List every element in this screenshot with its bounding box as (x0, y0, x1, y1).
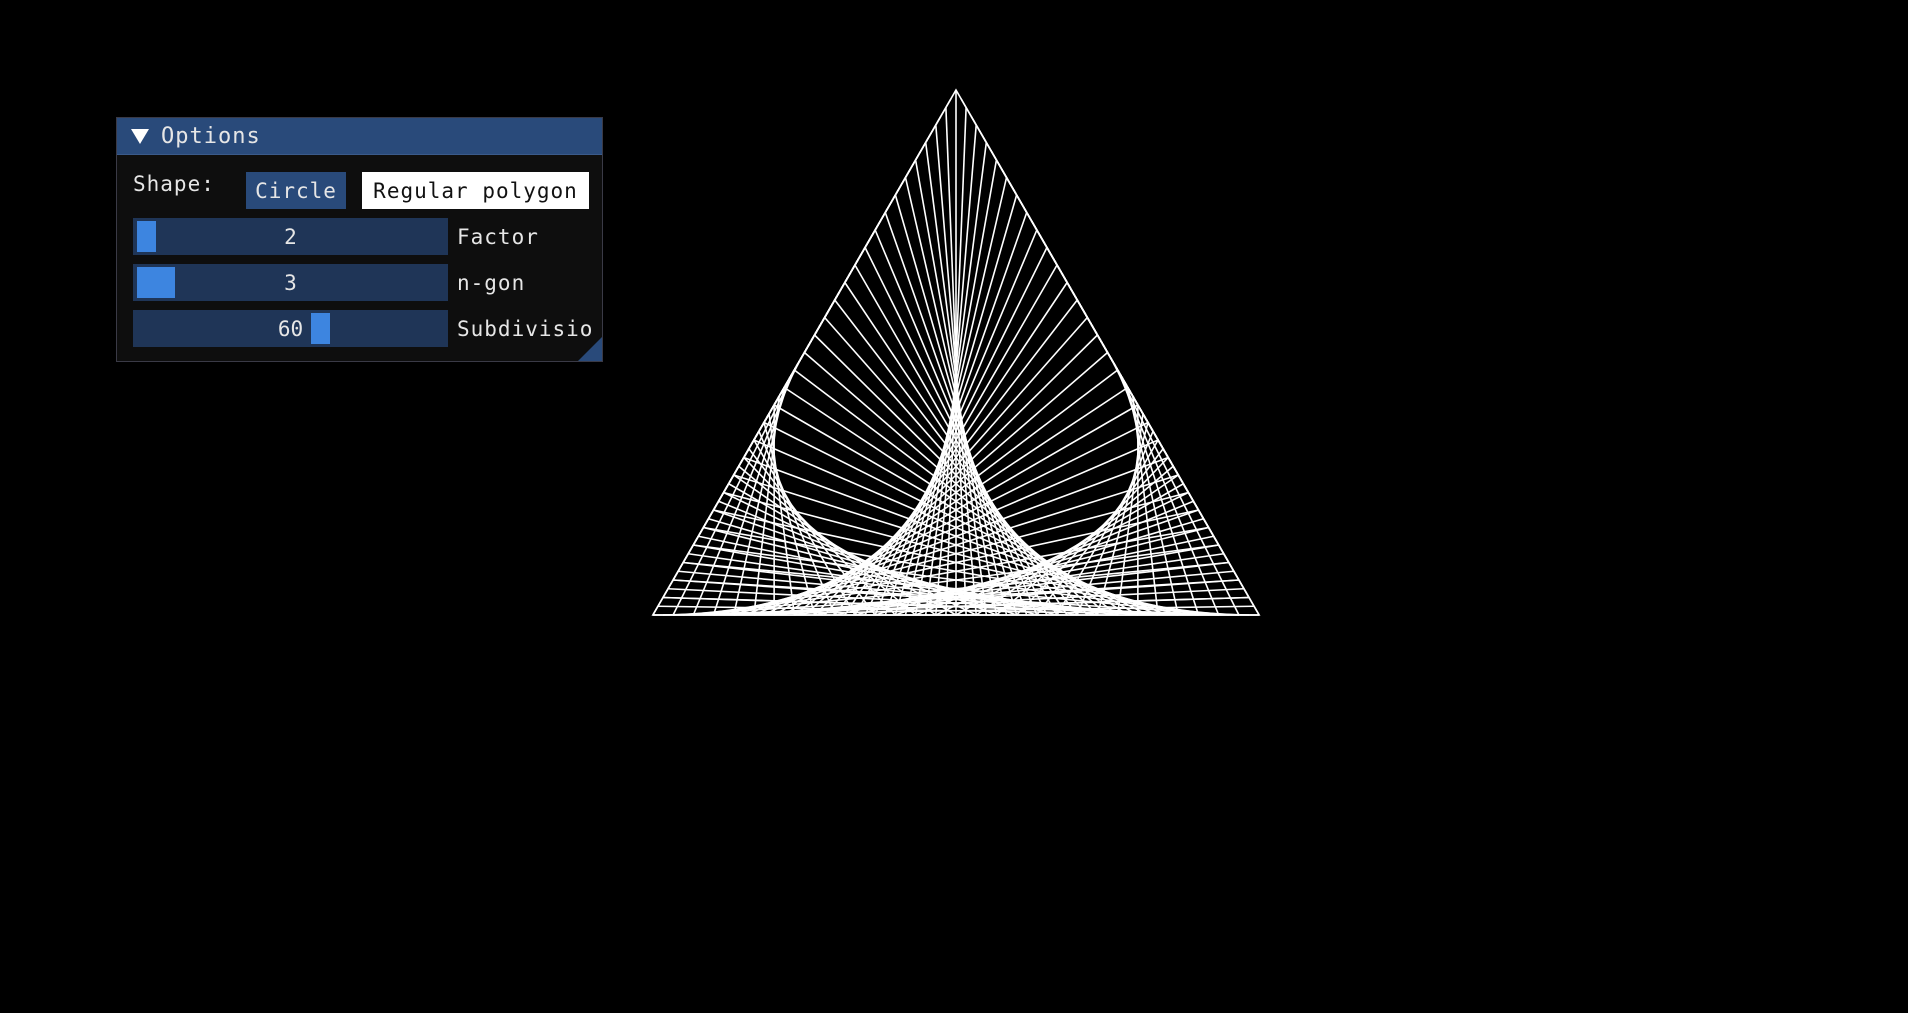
shape-label: Shape: (133, 172, 215, 196)
factor-slider[interactable]: 2 (133, 218, 448, 255)
subdivisions-slider[interactable]: 60 (133, 310, 448, 347)
resize-grip[interactable] (578, 337, 602, 361)
chord-line (935, 107, 947, 126)
factor-label: Factor (457, 225, 539, 249)
shape-circle-button[interactable]: Circle (246, 172, 346, 209)
ngon-slider[interactable]: 3 (133, 264, 448, 301)
chord-line (945, 98, 952, 108)
collapse-arrow-icon[interactable] (131, 128, 149, 144)
subdivisions-slider-value: 60 (277, 316, 304, 341)
options-window: Options Shape: Circle Regular polygon 2 … (116, 117, 603, 362)
chord-line (960, 98, 967, 108)
ngon-label: n-gon (457, 271, 526, 295)
ngon-slider-value: 3 (284, 270, 297, 295)
subdivisions-slider-grab[interactable] (311, 313, 330, 344)
shape-regular-polygon-button[interactable]: Regular polygon (362, 172, 589, 209)
window-title: Options (161, 123, 261, 149)
options-title-bar[interactable]: Options (117, 118, 602, 155)
factor-slider-value: 2 (284, 224, 297, 249)
subdivisions-label: Subdivisio (457, 317, 594, 341)
